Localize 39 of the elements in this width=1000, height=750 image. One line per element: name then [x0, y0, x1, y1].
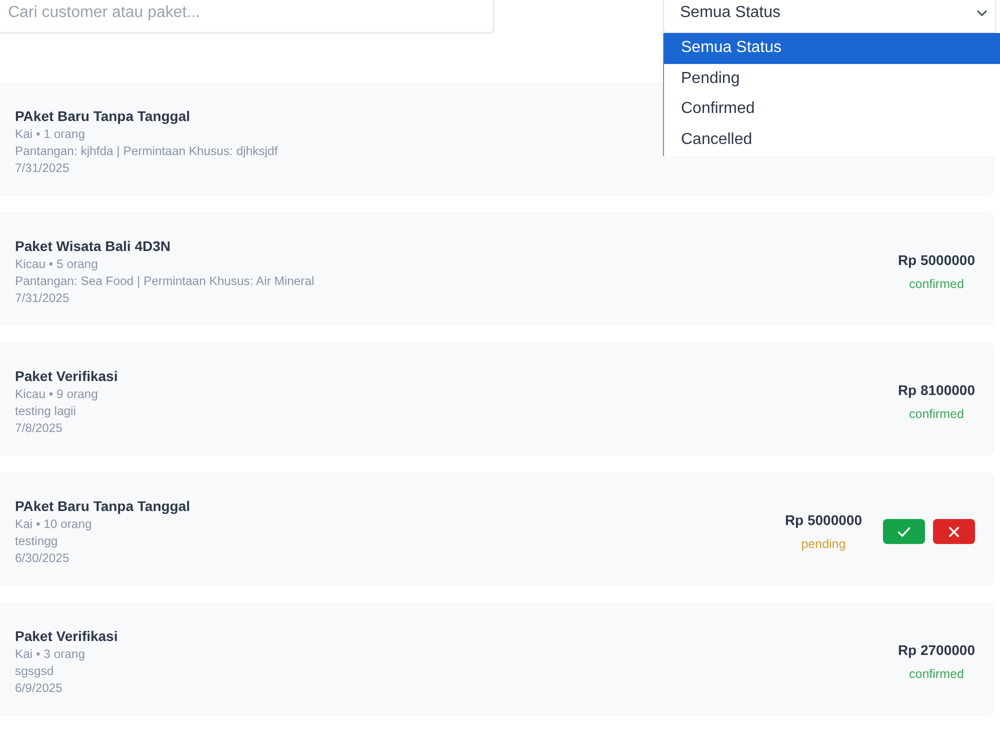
status-text: confirmed [909, 406, 964, 423]
package-name: Paket Verifikasi [15, 367, 118, 386]
booking-date: 6/9/2025 [15, 680, 62, 697]
reject-button[interactable] [933, 519, 975, 544]
booking-date: 7/31/2025 [15, 290, 70, 307]
booking-price: Rp 5000000 [898, 251, 975, 270]
package-name: PAket Baru Tanpa Tanggal [15, 497, 190, 516]
booking-notes: testingg [15, 533, 58, 550]
booking-notes: testing lagii [15, 403, 76, 420]
booking-notes: Pantangan: Sea Food | Permintaan Khusus: Air Mineral [15, 273, 314, 290]
customer-info: Kai • 1 orang [15, 126, 85, 143]
customer-info: Kicau • 5 orang [15, 256, 98, 273]
customer-info: Kai • 10 orang [15, 516, 92, 533]
search-field[interactable]: Cari customer atau paket... [0, 0, 494, 33]
check-icon [898, 526, 910, 538]
package-name: Paket Wisata Bali 4D3N [15, 237, 170, 256]
status-text: pending [801, 536, 846, 553]
approve-button[interactable] [883, 519, 925, 544]
package-name: PAket Baru Tanpa Tanggal [15, 107, 190, 126]
booking-date: 7/8/2025 [15, 420, 62, 437]
status-option[interactable]: Pending [664, 64, 1000, 94]
chevron-down-icon [977, 10, 987, 16]
booking-notes: Pantangan: kjhfda | Permintaan Khusus: djhksjdf [15, 143, 278, 160]
booking-date: 7/31/2025 [15, 160, 70, 177]
close-icon [949, 526, 959, 536]
booking-date: 6/30/2025 [15, 550, 70, 567]
booking-price: Rp 8100000 [898, 381, 975, 400]
customer-info: Kicau • 9 orang [15, 386, 98, 403]
booking-notes: sgsgsd [15, 663, 54, 680]
status-option[interactable]: Confirmed [664, 94, 1000, 124]
status-text: confirmed [909, 666, 964, 683]
package-name: Paket Verifikasi [15, 627, 118, 646]
customer-info: Kai • 3 orang [15, 646, 85, 663]
booking-price: Rp 5000000 [784, 511, 862, 530]
status-text: confirmed [909, 276, 964, 293]
status-select[interactable]: Semua Status [663, 0, 996, 33]
status-option[interactable]: Cancelled [664, 124, 1000, 155]
booking-price: Rp 2700000 [898, 641, 975, 660]
status-option[interactable]: Semua Status [664, 33, 1000, 64]
